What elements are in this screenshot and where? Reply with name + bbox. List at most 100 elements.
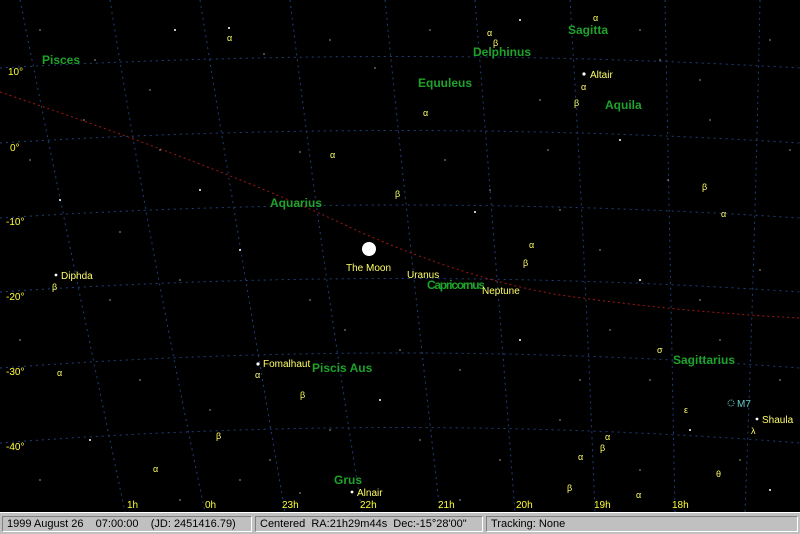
dec-label-m40: -40° bbox=[6, 442, 24, 453]
constellation-pisces[interactable]: Pisces bbox=[42, 53, 80, 67]
constellation-grus[interactable]: Grus bbox=[334, 473, 362, 487]
background-star bbox=[199, 189, 201, 191]
star-shaula-label: Shaula bbox=[762, 415, 794, 426]
background-star bbox=[29, 159, 31, 161]
sky-canvas[interactable]: 10° 0° -10° -20° -30° -40° 1h 0h 23h 22h… bbox=[0, 0, 800, 512]
background-star bbox=[474, 211, 476, 213]
status-bar: 1999 August 26 07:00:00 (JD: 2451416.79)… bbox=[0, 512, 800, 534]
star-diphda-label: Diphda bbox=[61, 271, 93, 282]
background-star bbox=[228, 27, 230, 29]
ra-line-22h bbox=[289, 0, 363, 512]
planet-uranus[interactable]: Uranus bbox=[407, 270, 439, 281]
background-star bbox=[239, 249, 241, 251]
background-star bbox=[179, 499, 181, 501]
background-star bbox=[639, 469, 641, 471]
constellation-sagittarius[interactable]: Sagittarius bbox=[673, 353, 735, 367]
background-star bbox=[263, 53, 265, 55]
star-shaula-marker bbox=[755, 417, 759, 421]
star-altair-marker bbox=[582, 72, 586, 76]
background-star bbox=[779, 379, 781, 381]
uranus-label: Uranus bbox=[407, 270, 439, 281]
background-star bbox=[667, 179, 669, 181]
background-star bbox=[59, 199, 61, 201]
greek-label: β bbox=[574, 98, 579, 108]
background-star bbox=[429, 29, 431, 31]
background-star bbox=[609, 329, 611, 331]
background-star bbox=[709, 119, 711, 121]
background-star bbox=[179, 279, 181, 281]
ra-label-18h: 18h bbox=[672, 500, 689, 511]
star-diphda-marker bbox=[54, 273, 58, 277]
background-star bbox=[419, 439, 421, 441]
ra-line-23h bbox=[199, 0, 286, 512]
ecliptic-line bbox=[0, 91, 800, 319]
background-star bbox=[379, 399, 381, 401]
background-star bbox=[269, 459, 271, 461]
constellation-delphinus[interactable]: Delphinus bbox=[473, 45, 531, 59]
background-star bbox=[639, 279, 641, 281]
status-datetime: 1999 August 26 07:00:00 (JD: 2451416.79) bbox=[2, 516, 252, 532]
constellation-equuleus[interactable]: Equuleus bbox=[418, 76, 472, 90]
background-star bbox=[759, 269, 761, 271]
ra-line-18h bbox=[664, 0, 676, 512]
background-star bbox=[119, 231, 121, 233]
background-stars bbox=[19, 19, 791, 501]
background-star bbox=[299, 151, 301, 153]
background-star bbox=[719, 339, 721, 341]
greek-label: α bbox=[529, 240, 534, 250]
dec-label-m20: -20° bbox=[6, 292, 24, 303]
star-alnair-label: Alnair bbox=[357, 488, 383, 499]
background-star bbox=[459, 499, 461, 501]
dec-label-10: 10° bbox=[8, 67, 23, 78]
background-star bbox=[374, 67, 376, 69]
star-diphda[interactable]: Diphda bbox=[54, 271, 94, 282]
background-star bbox=[83, 119, 85, 121]
star-altair-label: Altair bbox=[590, 70, 613, 81]
background-star bbox=[399, 349, 401, 351]
background-star bbox=[699, 299, 701, 301]
constellation-sagitta[interactable]: Sagitta bbox=[568, 23, 608, 37]
ra-label-20h: 20h bbox=[516, 500, 533, 511]
ra-label-21h: 21h bbox=[438, 500, 455, 511]
moon-label: The Moon bbox=[346, 263, 391, 274]
constellation-aquila[interactable]: Aquila bbox=[605, 98, 642, 112]
background-star bbox=[94, 59, 96, 61]
star-shaula[interactable]: Shaula bbox=[755, 415, 794, 426]
planet-neptune[interactable]: Neptune bbox=[482, 286, 520, 297]
greek-label: β bbox=[300, 390, 305, 400]
greek-label: α bbox=[578, 452, 583, 462]
dec-line-10 bbox=[0, 56, 800, 69]
star-fomalhaut[interactable]: Fomalhaut bbox=[256, 359, 310, 370]
background-star bbox=[444, 159, 446, 161]
star-chart[interactable]: 10° 0° -10° -20° -30° -40° 1h 0h 23h 22h… bbox=[0, 0, 800, 512]
greek-label: α bbox=[227, 33, 232, 43]
constellation-aquarius[interactable]: Aquarius bbox=[270, 196, 322, 210]
star-alnair[interactable]: Alnair bbox=[350, 488, 384, 499]
background-star bbox=[39, 479, 41, 481]
background-star bbox=[689, 429, 691, 431]
background-star bbox=[299, 492, 301, 494]
background-star bbox=[309, 299, 311, 301]
constellation-piscis-austrinus[interactable]: Piscis Aus bbox=[312, 361, 373, 375]
greek-label: α bbox=[487, 28, 492, 38]
neptune-label: Neptune bbox=[482, 286, 520, 297]
dec-label-0: 0° bbox=[10, 143, 20, 154]
background-star bbox=[789, 149, 791, 151]
star-altair[interactable]: Altair bbox=[582, 70, 613, 81]
greek-label: α bbox=[581, 82, 586, 92]
background-star bbox=[329, 39, 331, 41]
ra-label-1h: 1h bbox=[127, 500, 138, 511]
background-star bbox=[39, 29, 41, 31]
background-star bbox=[209, 409, 211, 411]
greek-label: α bbox=[636, 490, 641, 500]
ra-label-19h: 19h bbox=[594, 500, 611, 511]
the-moon[interactable]: The Moon bbox=[346, 242, 391, 274]
dec-label-m30: -30° bbox=[6, 367, 24, 378]
cluster-m7[interactable]: M7 bbox=[727, 399, 751, 410]
background-star bbox=[559, 209, 561, 211]
greek-label: α bbox=[593, 13, 598, 23]
background-star bbox=[489, 189, 491, 191]
background-star bbox=[619, 139, 621, 141]
background-star bbox=[519, 19, 521, 21]
status-centered: Centered RA:21h29m44s Dec:-15°28'00" bbox=[255, 516, 483, 532]
